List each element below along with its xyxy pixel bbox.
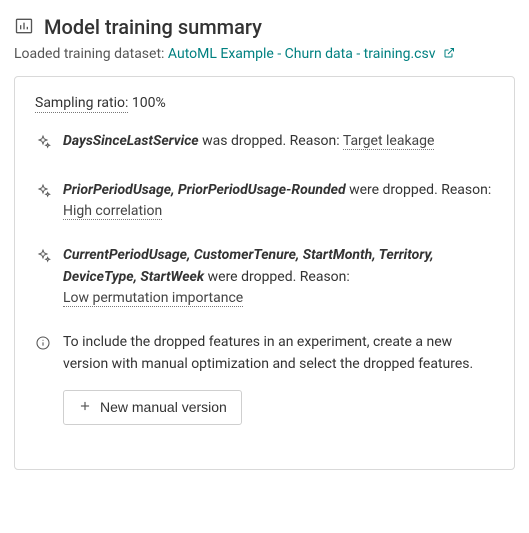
list-item-body: CurrentPeriodUsage, CustomerTenure, Star… [63,245,494,310]
drop-reason-link[interactable]: Low permutation importance [63,290,243,307]
sparkle-icon [35,245,51,272]
sampling-label: Sampling ratio: [35,95,128,113]
dataset-link[interactable]: AutoML Example - Churn data - training.c… [168,46,455,62]
info-text: To include the dropped features in an ex… [63,334,473,372]
summary-card: Sampling ratio: 100% DaysSinceLastServic… [14,76,515,470]
button-label: New manual version [100,399,227,415]
list-item: CurrentPeriodUsage, CustomerTenure, Star… [35,245,494,310]
drop-reason-link[interactable]: High correlation [63,203,162,220]
sampling-ratio: Sampling ratio: 100% [35,95,494,111]
plus-icon [78,399,92,416]
bar-chart-icon [14,14,34,40]
dropped-verb: were dropped. Reason: [349,182,491,198]
list-item: DaysSinceLastService was dropped. Reason… [35,131,494,158]
sparkle-icon [35,131,51,158]
page-title: Model training summary [44,15,262,39]
list-item-body: PriorPeriodUsage, PriorPeriodUsage-Round… [63,180,494,223]
info-icon [35,332,51,359]
dropped-verb: were dropped. Reason: [208,269,350,285]
dropped-features-list: DaysSinceLastService was dropped. Reason… [35,131,494,425]
drop-reason-link[interactable]: Target leakage [343,133,435,150]
dataset-prefix: Loaded training dataset: [14,46,164,62]
info-item: To include the dropped features in an ex… [35,332,494,424]
sampling-value: 100% [132,95,166,111]
new-manual-version-button[interactable]: New manual version [63,390,242,425]
dataset-name: AutoML Example - Churn data - training.c… [168,46,436,62]
list-item-body: DaysSinceLastService was dropped. Reason… [63,131,494,153]
dropped-features: PriorPeriodUsage, PriorPeriodUsage-Round… [63,182,346,198]
external-link-icon [439,46,455,62]
info-body: To include the dropped features in an ex… [63,332,494,424]
dataset-subheading: Loaded training dataset: AutoML Example … [14,46,515,62]
dropped-verb: was dropped. Reason: [202,133,340,149]
sparkle-icon [35,180,51,207]
list-item: PriorPeriodUsage, PriorPeriodUsage-Round… [35,180,494,223]
dropped-features: DaysSinceLastService [63,133,199,149]
page-header: Model training summary [14,14,515,40]
